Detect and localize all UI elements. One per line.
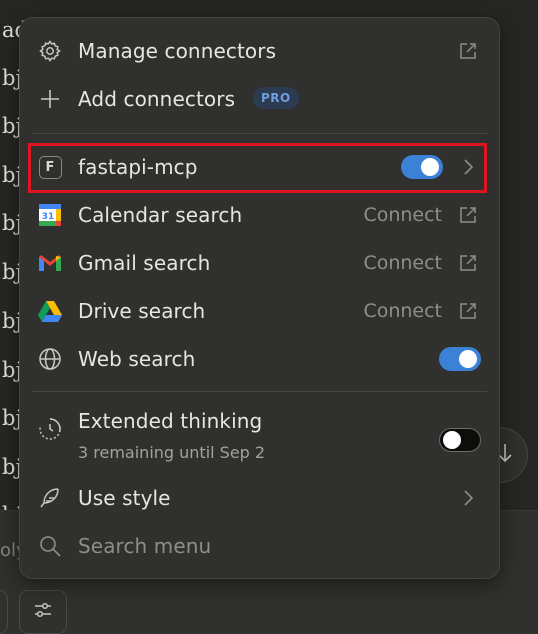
connector-name: Web search	[78, 347, 196, 371]
plus-icon	[37, 86, 63, 112]
add-connectors-item[interactable]: Add connectors PRO	[20, 77, 499, 121]
connector-name: Drive search	[78, 299, 206, 323]
connector-gmail-search[interactable]: Gmail search Connect	[20, 241, 499, 285]
sliders-icon	[32, 599, 54, 625]
clock-icon	[37, 416, 63, 442]
connector-name: Gmail search	[78, 251, 211, 275]
extended-thinking-toggle[interactable]	[439, 428, 481, 452]
feather-icon	[37, 485, 63, 511]
extended-thinking-label: Extended thinking	[78, 409, 263, 433]
connector-web-search[interactable]: Web search	[20, 337, 499, 381]
use-style-label: Use style	[78, 486, 171, 510]
search-menu-placeholder[interactable]: Search menu	[78, 534, 211, 558]
search-icon	[37, 533, 63, 559]
connect-link[interactable]: Connect	[363, 204, 442, 226]
globe-icon	[37, 346, 63, 372]
gmail-icon	[37, 250, 63, 276]
add-connectors-label: Add connectors	[78, 87, 236, 111]
divider	[32, 391, 487, 392]
connector-calendar-search[interactable]: 31 Calendar search Connect	[20, 193, 499, 237]
google-calendar-icon: 31	[37, 202, 63, 228]
gear-icon	[37, 38, 63, 64]
manage-connectors-item[interactable]: Manage connectors	[20, 29, 499, 73]
external-link-icon[interactable]	[457, 300, 479, 322]
web-search-toggle[interactable]	[439, 347, 481, 371]
external-link-icon[interactable]	[457, 204, 479, 226]
tools-menu: Manage connectors Add connectors PRO F f…	[19, 17, 500, 579]
manage-connectors-label: Manage connectors	[78, 39, 277, 63]
svg-text:31: 31	[42, 212, 55, 222]
toggle-knob	[443, 431, 461, 449]
toggle-knob	[459, 350, 477, 368]
search-menu-field[interactable]: Search menu	[20, 524, 499, 568]
google-drive-icon	[37, 298, 63, 324]
divider	[32, 133, 487, 134]
connector-drive-search[interactable]: Drive search Connect	[20, 289, 499, 333]
highlight-box	[28, 143, 487, 193]
tools-button[interactable]	[19, 590, 67, 634]
use-style-item[interactable]: Use style	[20, 476, 499, 520]
external-link-icon	[457, 40, 479, 62]
connect-link[interactable]: Connect	[363, 252, 442, 274]
external-link-icon[interactable]	[457, 252, 479, 274]
extended-thinking-subtext: 3 remaining until Sep 2	[78, 443, 266, 462]
attach-button[interactable]	[0, 590, 8, 634]
chevron-right-icon	[457, 487, 479, 509]
connect-link[interactable]: Connect	[363, 300, 442, 322]
connector-name: Calendar search	[78, 203, 243, 227]
pro-badge: PRO	[253, 87, 299, 109]
